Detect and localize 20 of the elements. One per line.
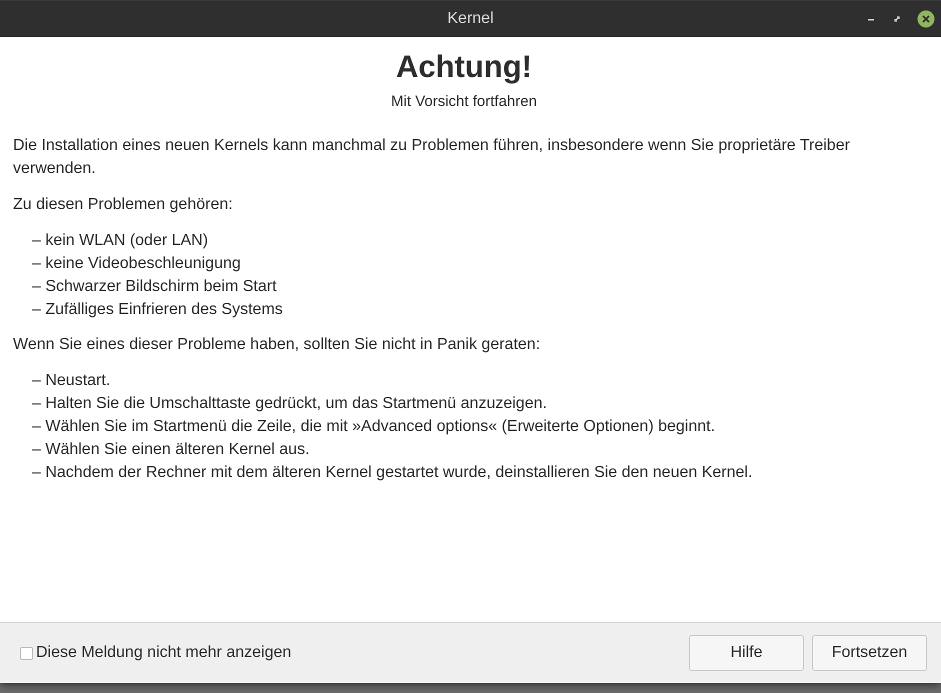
dialog-button[interactable]: Fortsetzen bbox=[812, 635, 927, 671]
list-item: – Neustart. bbox=[32, 371, 112, 391]
list-item: – Wählen Sie im Startmenü die Zeile, die mit »Advanced options« (Erweiterte Optionen) beginnt. bbox=[32, 417, 716, 437]
dialog-heading: Achtung! bbox=[394, 49, 534, 85]
checkbox-label[interactable]: Diese Meldung nicht mehr anzeigen bbox=[36, 644, 292, 662]
close-icon[interactable] bbox=[917, 10, 935, 28]
paragraph: Zu diesen Problemen gehören: bbox=[13, 195, 234, 215]
list-item: – Halten Sie die Umschalttaste gedrückt, um das Startmenü anzuzeigen. bbox=[32, 394, 548, 414]
window-title: Kernel bbox=[447, 10, 494, 28]
list-item: – Schwarzer Bildschirm beim Start bbox=[32, 277, 278, 297]
list-item: – Nachdem der Rechner mit dem älteren Kernel gestartet wurde, deinstallieren Sie den neuen Kernel. bbox=[32, 463, 754, 483]
checkbox[interactable] bbox=[20, 646, 33, 660]
paragraph: Die Installation eines neuen Kernels kann manchmal zu Problemen führen, insbesondere wenn Sie proprietäre Treiber verwenden. bbox=[13, 136, 851, 179]
list-item: – Zufälliges Einfrieren des Systems bbox=[32, 300, 284, 320]
dialog-button[interactable]: Hilfe bbox=[689, 635, 804, 671]
list-item: – kein WLAN (oder LAN) bbox=[32, 231, 210, 251]
dialog-subheading: Mit Vorsicht fortfahren bbox=[390, 93, 538, 110]
paragraph: Wenn Sie eines dieser Probleme haben, sollten Sie nicht in Panik geraten: bbox=[13, 335, 542, 355]
list-item: – keine Videobeschleunigung bbox=[32, 254, 242, 274]
list-item: – Wählen Sie einen älteren Kernel aus. bbox=[32, 440, 311, 460]
